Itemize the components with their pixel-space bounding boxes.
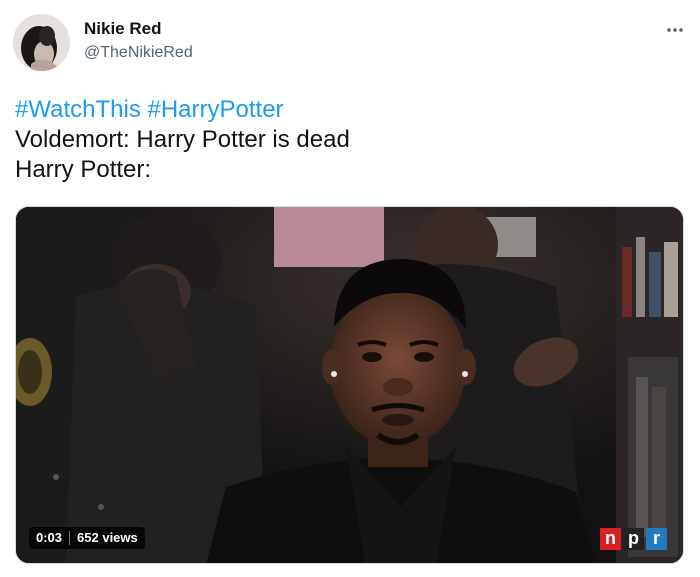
tweet-card[interactable]: Nikie Red @TheNikieRed #WatchThis #Harry… xyxy=(0,0,700,577)
npr-logo: n p r xyxy=(600,528,667,550)
video-player[interactable]: 0:03 652 views n p r xyxy=(15,206,684,564)
more-options-button[interactable] xyxy=(663,18,687,42)
hashtag-harrypotter[interactable]: #HarryPotter xyxy=(147,96,283,123)
more-horizontal-icon xyxy=(667,28,683,32)
display-name[interactable]: Nikie Red xyxy=(84,18,193,40)
video-meta-badge: 0:03 652 views xyxy=(29,527,145,549)
tweet-line-harry: Harry Potter: xyxy=(15,156,152,183)
video-time: 0:03 xyxy=(36,530,63,545)
tweet-line-voldemort: Voldemort: Harry Potter is dead xyxy=(15,126,350,153)
author-info[interactable]: Nikie Red @TheNikieRed xyxy=(84,18,193,63)
hashtag-watchthis[interactable]: #WatchThis xyxy=(15,96,141,123)
npr-logo-letter-r: r xyxy=(646,528,667,550)
hashtag-line: #WatchThis #HarryPotter xyxy=(15,95,685,125)
video-frame xyxy=(16,207,683,563)
npr-logo-letter-p: p xyxy=(623,528,644,550)
tweet-text: #WatchThis #HarryPotter Voldemort: Harry… xyxy=(15,95,685,185)
divider xyxy=(69,531,71,545)
npr-logo-letter-n: n xyxy=(600,528,621,550)
video-views: 652 views xyxy=(77,530,138,545)
avatar[interactable] xyxy=(13,14,70,71)
avatar-image xyxy=(13,14,70,71)
user-handle[interactable]: @TheNikieRed xyxy=(84,43,193,63)
